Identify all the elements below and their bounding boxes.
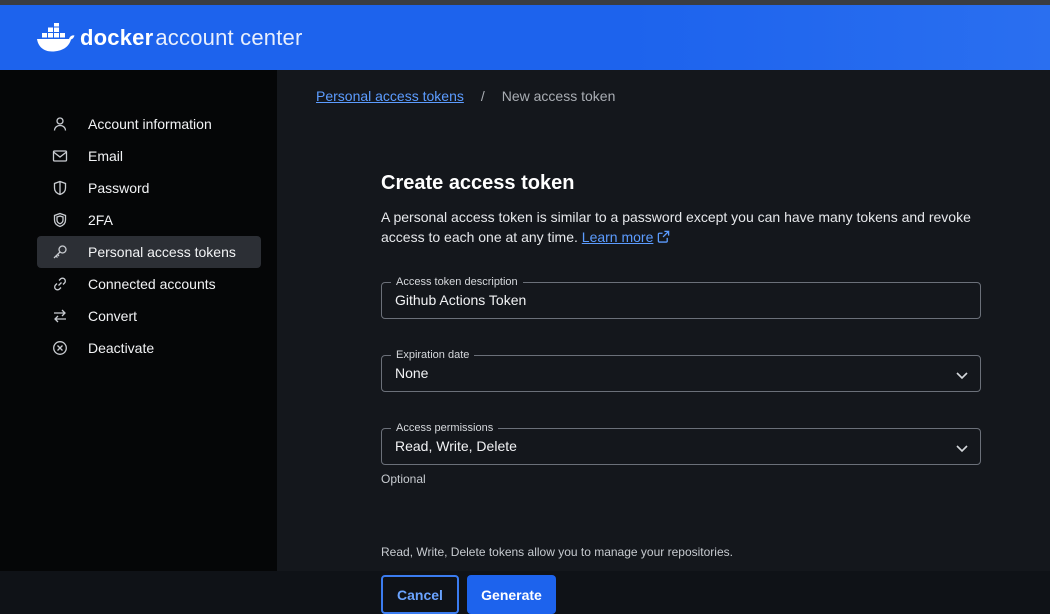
chevron-down-icon[interactable]	[954, 367, 970, 383]
breadcrumb-link-personal-access-tokens[interactable]: Personal access tokens	[316, 88, 464, 104]
generate-button[interactable]: Generate	[467, 575, 556, 614]
app-header: dockeraccount center	[0, 5, 1050, 70]
sidebar-item-deactivate[interactable]: Deactivate	[37, 332, 261, 364]
learn-more-link[interactable]: Learn more	[582, 229, 654, 245]
create-token-form: Create access token A personal access to…	[381, 172, 981, 614]
expiration-date-select[interactable]: Expiration date None	[381, 348, 981, 392]
external-link-icon[interactable]	[657, 230, 670, 243]
logo-secondary-text: account center	[155, 24, 303, 50]
sidebar-item-label: Convert	[88, 308, 138, 324]
sidebar-item-email[interactable]: Email	[37, 140, 261, 172]
sidebar-item-label: Account information	[88, 116, 212, 132]
breadcrumb-current: New access token	[501, 88, 616, 104]
mail-icon	[51, 147, 69, 165]
permissions-helper-text: Read, Write, Delete tokens allow you to …	[381, 545, 733, 559]
chevron-down-icon[interactable]	[954, 440, 970, 456]
sidebar-item-label: Deactivate	[88, 340, 155, 356]
sidebar-item-label: 2FA	[88, 212, 113, 228]
sidebar-item-personal-access-tokens[interactable]: Personal access tokens	[37, 236, 261, 268]
sidebar-nav: Account information Email Password 2FA P…	[37, 108, 261, 364]
swap-icon	[51, 307, 69, 325]
user-icon	[51, 115, 69, 133]
link-icon	[51, 275, 69, 293]
shield-icon	[51, 179, 69, 197]
docker-logo[interactable]: dockeraccount center	[36, 22, 303, 53]
expiration-date-value: None	[395, 365, 429, 381]
token-description-label: Access token description	[391, 275, 523, 289]
page-title: Create access token	[381, 172, 575, 194]
breadcrumb-separator: /	[480, 88, 485, 104]
sidebar-item-label: Connected accounts	[88, 276, 216, 292]
key-icon	[51, 243, 69, 261]
breadcrumb: Personal access tokens / New access toke…	[316, 88, 615, 104]
docker-whale-icon	[37, 22, 75, 51]
description-text: A personal access token is similar to a …	[381, 209, 971, 245]
form-description: A personal access token is similar to a …	[381, 207, 971, 247]
logo-primary-text: docker	[80, 24, 154, 50]
sidebar-item-connected-accounts[interactable]: Connected accounts	[37, 268, 261, 300]
access-permissions-label: Access permissions	[391, 421, 499, 435]
sidebar-item-label: Email	[88, 148, 124, 164]
sidebar: Account information Email Password 2FA P…	[0, 70, 277, 571]
optional-label: Optional	[381, 472, 426, 486]
circle-x-icon	[51, 339, 69, 357]
sidebar-item-password[interactable]: Password	[37, 172, 261, 204]
sidebar-item-account-information[interactable]: Account information	[37, 108, 261, 140]
access-permissions-select[interactable]: Access permissions Read, Write, Delete	[381, 421, 981, 465]
sidebar-item-label: Personal access tokens	[88, 244, 236, 260]
sidebar-item-convert[interactable]: Convert	[37, 300, 261, 332]
token-description-field[interactable]: Access token description	[381, 275, 981, 319]
access-permissions-value: Read, Write, Delete	[395, 438, 517, 454]
expiration-date-label: Expiration date	[391, 348, 475, 362]
main-content: Personal access tokens / New access toke…	[277, 70, 1050, 614]
cancel-button[interactable]: Cancel	[381, 575, 459, 614]
token-description-input[interactable]	[395, 292, 955, 308]
sidebar-item-label: Password	[88, 180, 150, 196]
sidebar-item-2fa[interactable]: 2FA	[37, 204, 261, 236]
shield-double-icon	[51, 211, 69, 229]
